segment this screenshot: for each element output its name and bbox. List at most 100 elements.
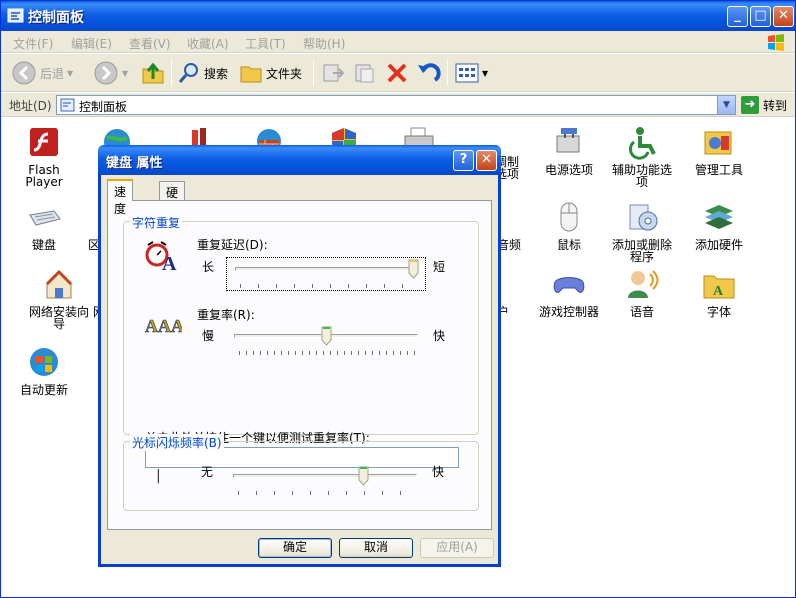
repeat-delay-max-label: 短 — [433, 260, 446, 274]
item-mouse[interactable]: 鼠标 — [531, 201, 607, 251]
back-arrow-icon — [12, 61, 36, 85]
dialog-close-button[interactable]: ✕ — [476, 150, 497, 171]
repeat-delay-thumb[interactable] — [408, 259, 419, 279]
repeat-delay-min-label: 长 — [202, 260, 215, 274]
item-fonts[interactable]: A 字体 — [681, 268, 757, 318]
repeat-rate-thumb[interactable] — [321, 326, 332, 346]
views-button[interactable]: ▼ — [455, 58, 488, 88]
views-icon — [455, 63, 479, 83]
cursor-blink-ticks — [238, 491, 414, 495]
repeat-rate-label: 重复率(R): — [197, 308, 255, 322]
move-to-icon — [323, 64, 345, 82]
undo-button[interactable] — [415, 58, 441, 88]
folders-icon — [240, 66, 262, 83]
item-speech[interactable]: 语音 — [604, 268, 680, 318]
control-panel-small-icon — [60, 98, 75, 112]
repeat-rate-slider[interactable] — [226, 325, 426, 359]
item-label: 管理工具 — [694, 163, 743, 177]
repeat-delay-label: 重复延迟(D): — [197, 238, 268, 252]
cursor-blink-thumb[interactable] — [358, 466, 369, 486]
windows-update-icon — [30, 348, 58, 376]
address-value: 控制面板 — [79, 100, 128, 114]
forward-button[interactable]: ▼ — [93, 58, 128, 88]
menu-bar: 文件(F) 编辑(E) 查看(V) 收藏(A) 工具(T) 帮助(H) — [1, 31, 795, 53]
svg-text:A: A — [162, 253, 177, 273]
move-to-button[interactable] — [321, 58, 345, 88]
repeat-delay-track — [235, 267, 419, 271]
character-repeat-title: 字符重复 — [130, 214, 183, 231]
cursor-blink-min-label: 无 — [201, 465, 214, 479]
cursor-blink-slider[interactable] — [225, 465, 425, 499]
copy-to-button[interactable] — [353, 58, 377, 88]
item-flash-player[interactable]: Flash Player — [6, 126, 82, 188]
folders-label: 文件夹 — [266, 66, 303, 81]
speech-icon — [628, 270, 659, 298]
go-label: 转到 — [763, 98, 788, 113]
add-hardware-icon — [705, 205, 733, 229]
item-add-hardware[interactable]: 添加硬件 — [681, 201, 757, 251]
up-folder-button[interactable] — [141, 58, 165, 88]
dialog-title-bar[interactable]: 键盘 属性 ? ✕ — [98, 145, 501, 175]
search-button[interactable]: 搜索 — [177, 58, 228, 88]
help-button[interactable]: ? — [453, 150, 474, 171]
forward-arrow-icon — [94, 61, 118, 85]
address-field[interactable]: 控制面板 ▼ — [56, 95, 736, 115]
item-add-remove-programs[interactable]: 添加或删除 程序 — [604, 201, 680, 263]
power-options-icon — [556, 128, 580, 153]
mouse-icon — [560, 202, 578, 232]
go-arrow-icon: ➜ — [741, 96, 759, 114]
copy-to-icon — [355, 64, 374, 83]
back-dropdown-icon[interactable]: ▼ — [67, 69, 73, 78]
item-automatic-updates[interactable]: 自动更新 — [6, 346, 82, 396]
delete-button[interactable] — [385, 58, 409, 88]
menu-favorites[interactable]: 收藏(A) — [187, 35, 229, 52]
repeat-rate-icon: AAA — [145, 316, 182, 335]
address-dropdown-icon[interactable]: ▼ — [717, 96, 735, 114]
menu-file[interactable]: 文件(F) — [13, 35, 53, 52]
item-admin-tools[interactable]: 管理工具 — [681, 126, 757, 176]
address-bar: 地址(D) 控制面板 ▼ ➜ 转到 — [1, 93, 795, 117]
item-label: 语音 — [629, 305, 654, 319]
delete-x-icon — [387, 63, 407, 83]
tab-hardware[interactable]: 硬件 — [159, 181, 186, 217]
toolbar: 后退 ▼ ▼ 搜索 文件夹 ▼ — [1, 54, 795, 92]
folders-button[interactable]: 文件夹 — [239, 58, 302, 88]
item-label: 鼠标 — [556, 238, 581, 252]
go-button[interactable]: ➜ 转到 — [741, 96, 787, 114]
search-label: 搜索 — [204, 66, 229, 81]
keyboard-properties-dialog: 键盘 属性 ? ✕ 速度 硬件 字符重复 A 重复延迟(D): 长 短 — [98, 145, 501, 567]
cursor-blink-track — [233, 474, 417, 478]
item-game-controllers[interactable]: 游戏控制器 — [531, 268, 607, 318]
repeat-delay-slider[interactable] — [226, 257, 426, 291]
search-icon — [178, 63, 198, 83]
close-button[interactable]: ✕ — [773, 6, 794, 27]
repeat-rate-ticks — [239, 351, 415, 355]
cursor-blink-title: 光标闪烁频率(B) — [130, 434, 224, 451]
toolbar-separator — [313, 60, 314, 86]
apply-button[interactable]: 应用(A) — [420, 538, 494, 558]
forward-dropdown-icon[interactable]: ▼ — [122, 69, 128, 78]
minimize-button[interactable]: _ — [727, 6, 748, 27]
item-accessibility[interactable]: 辅助功能选 项 — [604, 126, 680, 188]
item-power-options[interactable]: 电源选项 — [531, 126, 607, 176]
back-button[interactable]: 后退 ▼ — [11, 58, 73, 88]
tab-speed[interactable]: 速度 — [107, 179, 134, 216]
views-dropdown-icon[interactable]: ▼ — [482, 69, 488, 78]
cancel-button[interactable]: 取消 — [339, 538, 413, 558]
address-label: 地址(D) — [9, 99, 52, 113]
title-bar[interactable]: 控制面板 _ □ ✕ — [1, 1, 795, 31]
item-label: Flash Player — [25, 163, 63, 189]
cursor-blink-max-label: 快 — [432, 465, 445, 479]
repeat-delay-ticks — [240, 284, 416, 288]
item-label: 添加硬件 — [694, 238, 743, 252]
back-label: 后退 — [40, 66, 65, 81]
maximize-button[interactable]: □ — [750, 6, 771, 27]
menu-help[interactable]: 帮助(H) — [303, 35, 345, 52]
item-label: 字体 — [706, 305, 731, 319]
item-label: 自动更新 — [19, 383, 68, 397]
ok-button[interactable]: 确定 — [258, 538, 332, 558]
menu-edit[interactable]: 编辑(E) — [71, 35, 112, 52]
menu-tools[interactable]: 工具(T) — [245, 35, 286, 52]
menu-view[interactable]: 查看(V) — [129, 35, 171, 52]
svg-text:A: A — [713, 284, 724, 299]
